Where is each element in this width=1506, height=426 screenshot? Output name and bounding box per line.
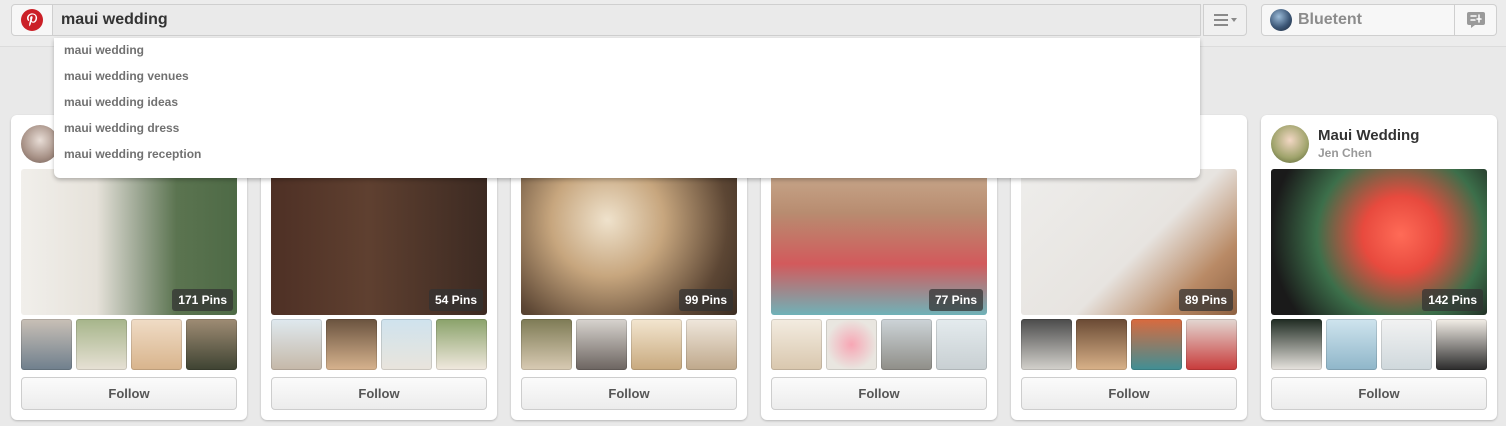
pin-thumbnail[interactable] xyxy=(826,319,877,370)
pin-thumbnail[interactable] xyxy=(186,319,237,370)
board-cover-image[interactable]: 89 Pins xyxy=(1021,169,1237,315)
avatar xyxy=(1270,9,1292,31)
notifications-icon xyxy=(1466,12,1485,28)
pin-thumbnail[interactable] xyxy=(1436,319,1487,370)
menu-button[interactable] xyxy=(1203,4,1247,36)
pin-thumbnail[interactable] xyxy=(936,319,987,370)
board-avatar xyxy=(1271,125,1309,163)
follow-button[interactable]: Follow xyxy=(1271,377,1487,410)
board-cover-image[interactable]: 99 Pins xyxy=(521,169,737,315)
suggestion-item[interactable]: maui wedding xyxy=(54,43,1200,69)
pin-thumbnail[interactable] xyxy=(326,319,377,370)
pin-thumbnail[interactable] xyxy=(76,319,127,370)
pin-thumbnail[interactable] xyxy=(686,319,737,370)
board-cover-image[interactable]: 54 Pins xyxy=(271,169,487,315)
board-owner[interactable]: Jen Chen xyxy=(1318,146,1372,160)
pin-thumbnail[interactable] xyxy=(1326,319,1377,370)
pin-thumbnail[interactable] xyxy=(381,319,432,370)
pin-count: 142 Pins xyxy=(1422,289,1483,311)
board-card[interactable]: Maui Wedding Jen Chen 142 Pins Follow xyxy=(1261,115,1497,420)
pin-thumbnail[interactable] xyxy=(131,319,182,370)
chevron-down-icon xyxy=(1230,18,1237,22)
follow-button[interactable]: Follow xyxy=(271,377,487,410)
follow-button[interactable]: Follow xyxy=(21,377,237,410)
pin-thumbnail[interactable] xyxy=(1186,319,1237,370)
pin-thumbnail[interactable] xyxy=(21,319,72,370)
notifications-button[interactable] xyxy=(1455,4,1497,36)
profile-name: Bluetent xyxy=(1298,11,1362,28)
pin-thumbnail[interactable] xyxy=(1271,319,1322,370)
board-cover-image[interactable]: 77 Pins xyxy=(771,169,987,315)
pin-count: 99 Pins xyxy=(678,289,733,311)
pin-thumbnail[interactable] xyxy=(631,319,682,370)
pin-count: 77 Pins xyxy=(928,289,983,311)
pin-thumbnail[interactable] xyxy=(1076,319,1127,370)
search-suggestions: maui wedding maui wedding venues maui we… xyxy=(54,38,1200,178)
pin-thumbnail[interactable] xyxy=(271,319,322,370)
pin-count: 89 Pins xyxy=(1178,289,1233,311)
suggestion-item[interactable]: maui wedding venues xyxy=(54,69,1200,95)
search-input[interactable] xyxy=(53,5,1200,35)
board-cover-image[interactable]: 142 Pins xyxy=(1271,169,1487,315)
pin-thumbnail[interactable] xyxy=(436,319,487,370)
board-title[interactable]: Maui Wedding xyxy=(1318,127,1419,144)
suggestion-item[interactable]: maui wedding reception xyxy=(54,147,1200,173)
follow-button[interactable]: Follow xyxy=(521,377,737,410)
pin-thumbnail[interactable] xyxy=(771,319,822,370)
follow-button[interactable]: Follow xyxy=(1021,377,1237,410)
pinterest-logo-button[interactable] xyxy=(11,4,53,36)
profile-button[interactable]: Bluetent xyxy=(1261,4,1455,36)
pin-thumbnail[interactable] xyxy=(521,319,572,370)
search-bar[interactable] xyxy=(53,4,1201,36)
board-cover-image[interactable]: 171 Pins xyxy=(21,169,237,315)
suggestion-item[interactable]: maui wedding ideas xyxy=(54,95,1200,121)
menu-icon xyxy=(1213,14,1228,26)
pin-count: 54 Pins xyxy=(428,289,483,311)
suggestion-item[interactable]: maui wedding dress xyxy=(54,121,1200,147)
follow-button[interactable]: Follow xyxy=(771,377,987,410)
pin-thumbnail[interactable] xyxy=(1381,319,1432,370)
pin-count: 171 Pins xyxy=(172,289,233,311)
pin-thumbnail[interactable] xyxy=(1021,319,1072,370)
pin-thumbnail[interactable] xyxy=(576,319,627,370)
pin-thumbnail[interactable] xyxy=(1131,319,1182,370)
pin-thumbnail[interactable] xyxy=(881,319,932,370)
pinterest-logo-icon xyxy=(21,9,43,31)
